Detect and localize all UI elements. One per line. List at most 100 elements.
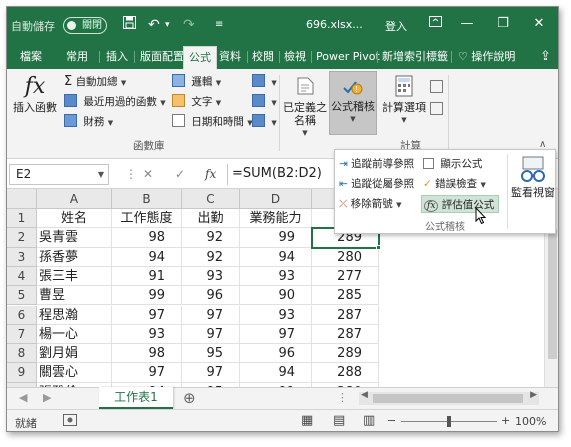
calc-now-button[interactable] (430, 79, 446, 97)
name-box[interactable]: E2 ▼ (9, 164, 109, 185)
table-cell[interactable]: 288 (312, 363, 379, 383)
row-header[interactable]: 3 (7, 247, 37, 267)
table-cell[interactable]: 97 (112, 363, 182, 383)
table-cell[interactable]: 90 (240, 286, 312, 306)
calc-options-button[interactable]: 計算選項 ▼ (379, 75, 429, 127)
more-functions-button[interactable]: ▼ (252, 113, 277, 131)
table-cell[interactable]: 張三丰 (37, 266, 112, 287)
evaluate-formula-button[interactable]: fx 評估值公式 (421, 195, 500, 213)
column-header-d[interactable]: D (240, 189, 312, 209)
zoom-level[interactable]: 100% (515, 415, 546, 428)
error-checking-button[interactable]: ✓ 錯誤檢查 ▼ (423, 175, 486, 193)
cancel-icon[interactable]: ✕ (143, 164, 153, 184)
tab-insert[interactable]: 插入 (101, 46, 133, 69)
autosum-button[interactable]: Σ 自動加總 ▼ (64, 73, 126, 91)
prev-sheet-icon[interactable]: ◀ (19, 391, 27, 404)
column-header-b[interactable]: B (112, 189, 182, 209)
restore-button[interactable]: ❐ (489, 13, 517, 35)
trace-precedents-button[interactable]: ⇥ 追蹤前導參照 (339, 155, 414, 173)
table-cell[interactable]: 93 (240, 305, 312, 325)
table-cell[interactable]: 96 (240, 344, 312, 364)
column-title-cell[interactable]: 業務能力 (240, 209, 312, 229)
table-cell[interactable]: 關雲心 (37, 363, 112, 383)
row-header[interactable]: 6 (7, 305, 37, 325)
table-cell[interactable]: 95 (182, 344, 240, 364)
table-cell[interactable]: 97 (182, 324, 240, 345)
row-header[interactable]: 9 (7, 363, 37, 383)
column-title-cell[interactable]: 出勤 (182, 209, 240, 229)
tab-power-pivot[interactable]: Power Pivot (311, 46, 385, 69)
lookup-button[interactable]: ▼ (252, 73, 277, 91)
autosave-toggle[interactable]: 關閉 (63, 17, 107, 34)
row-header[interactable]: 1 (7, 209, 37, 229)
tab-formulas[interactable]: 公式 (183, 46, 217, 69)
page-layout-view-icon[interactable]: ▤ (333, 413, 345, 428)
share-icon[interactable]: ⇪ (535, 46, 556, 69)
column-title-cell[interactable]: 姓名 (37, 209, 112, 229)
redo-icon[interactable]: ↷ (183, 15, 195, 35)
undo-icon[interactable]: ↶ (148, 15, 160, 35)
remove-arrows-button[interactable]: ⤫ 移除箭號 ▼ (339, 195, 401, 213)
insert-function-button[interactable]: fx 插入函數 (11, 73, 59, 114)
minimize-button[interactable]: — (453, 13, 481, 35)
tab-page-layout[interactable]: 版面配置 (135, 46, 189, 69)
formula-input[interactable]: =SUM(B2:D2) (227, 164, 337, 185)
table-cell[interactable]: 280 (312, 247, 379, 267)
undo-dropdown-icon[interactable]: ▾ (165, 15, 170, 35)
table-cell[interactable]: 97 (182, 305, 240, 325)
table-cell[interactable]: 287 (312, 324, 379, 345)
table-cell[interactable]: 93 (112, 324, 182, 345)
table-cell[interactable]: 93 (240, 266, 312, 287)
tab-file[interactable]: 檔案 (15, 46, 47, 69)
calc-sheet-button[interactable] (430, 101, 446, 119)
column-header-a[interactable]: A (37, 189, 112, 209)
table-cell[interactable]: 97 (112, 305, 182, 325)
table-cell[interactable]: 97 (182, 363, 240, 383)
tab-new-tab[interactable]: 新增索引標籤 (377, 46, 453, 69)
table-cell[interactable]: 94 (240, 363, 312, 383)
column-header-c[interactable]: C (182, 189, 240, 209)
scroll-left-icon[interactable]: ◀ (361, 390, 368, 400)
table-cell[interactable]: 曹昱 (37, 286, 112, 306)
macro-record-icon[interactable] (63, 414, 77, 429)
trace-dependents-button[interactable]: ⇤ 追蹤從屬參照 (339, 175, 414, 193)
table-cell[interactable]: 98 (112, 228, 182, 248)
table-cell[interactable]: 96 (182, 286, 240, 306)
add-sheet-icon[interactable]: ⊕ (183, 389, 196, 407)
row-header[interactable]: 5 (7, 286, 37, 306)
math-button[interactable]: ▼ (252, 93, 277, 111)
formula-auditing-button[interactable]: ! 公式稽核 ▼ (329, 71, 377, 135)
fill-handle[interactable] (376, 244, 381, 250)
table-cell[interactable]: 94 (240, 247, 312, 267)
tell-me[interactable]: ♡ 操作說明 (453, 46, 520, 69)
scroll-right-icon[interactable]: ▶ (530, 390, 537, 400)
table-cell[interactable]: 289 (312, 344, 379, 364)
show-formulas-button[interactable]: 顯示公式 (423, 155, 482, 173)
table-cell[interactable]: 程思瀚 (37, 305, 112, 325)
zoom-in-button[interactable]: + (501, 414, 510, 427)
table-cell[interactable]: 99 (240, 228, 312, 248)
datetime-button[interactable]: 日期和時間 ▼ (172, 113, 253, 131)
table-cell[interactable]: 97 (240, 324, 312, 345)
table-cell[interactable]: 287 (312, 305, 379, 325)
save-icon[interactable] (123, 15, 136, 35)
table-cell[interactable]: 91 (112, 266, 182, 287)
ribbon-display-icon[interactable] (421, 13, 449, 35)
sheet-tab-1[interactable]: 工作表1 (99, 387, 173, 409)
table-cell[interactable]: 99 (112, 286, 182, 306)
close-button[interactable]: ✕ (525, 13, 553, 35)
table-cell[interactable]: 92 (182, 228, 240, 248)
table-cell[interactable]: 285 (312, 286, 379, 306)
table-cell[interactable]: 93 (182, 266, 240, 287)
table-cell[interactable]: 吳青雲 (37, 228, 112, 248)
table-cell[interactable]: 98 (112, 344, 182, 364)
zoom-slider[interactable] (401, 416, 497, 427)
normal-view-icon[interactable]: ▦ (301, 413, 313, 428)
table-cell[interactable]: 92 (182, 247, 240, 267)
h-scroll-thumb[interactable] (373, 394, 523, 403)
scroll-thumb[interactable] (548, 229, 557, 359)
row-header[interactable]: 4 (7, 266, 37, 287)
column-title-cell[interactable]: 工作態度 (112, 209, 182, 229)
recent-functions-button[interactable]: 最近用過的函數 ▼ (64, 93, 166, 111)
watch-window-button[interactable]: 監看視窗 (511, 156, 555, 199)
